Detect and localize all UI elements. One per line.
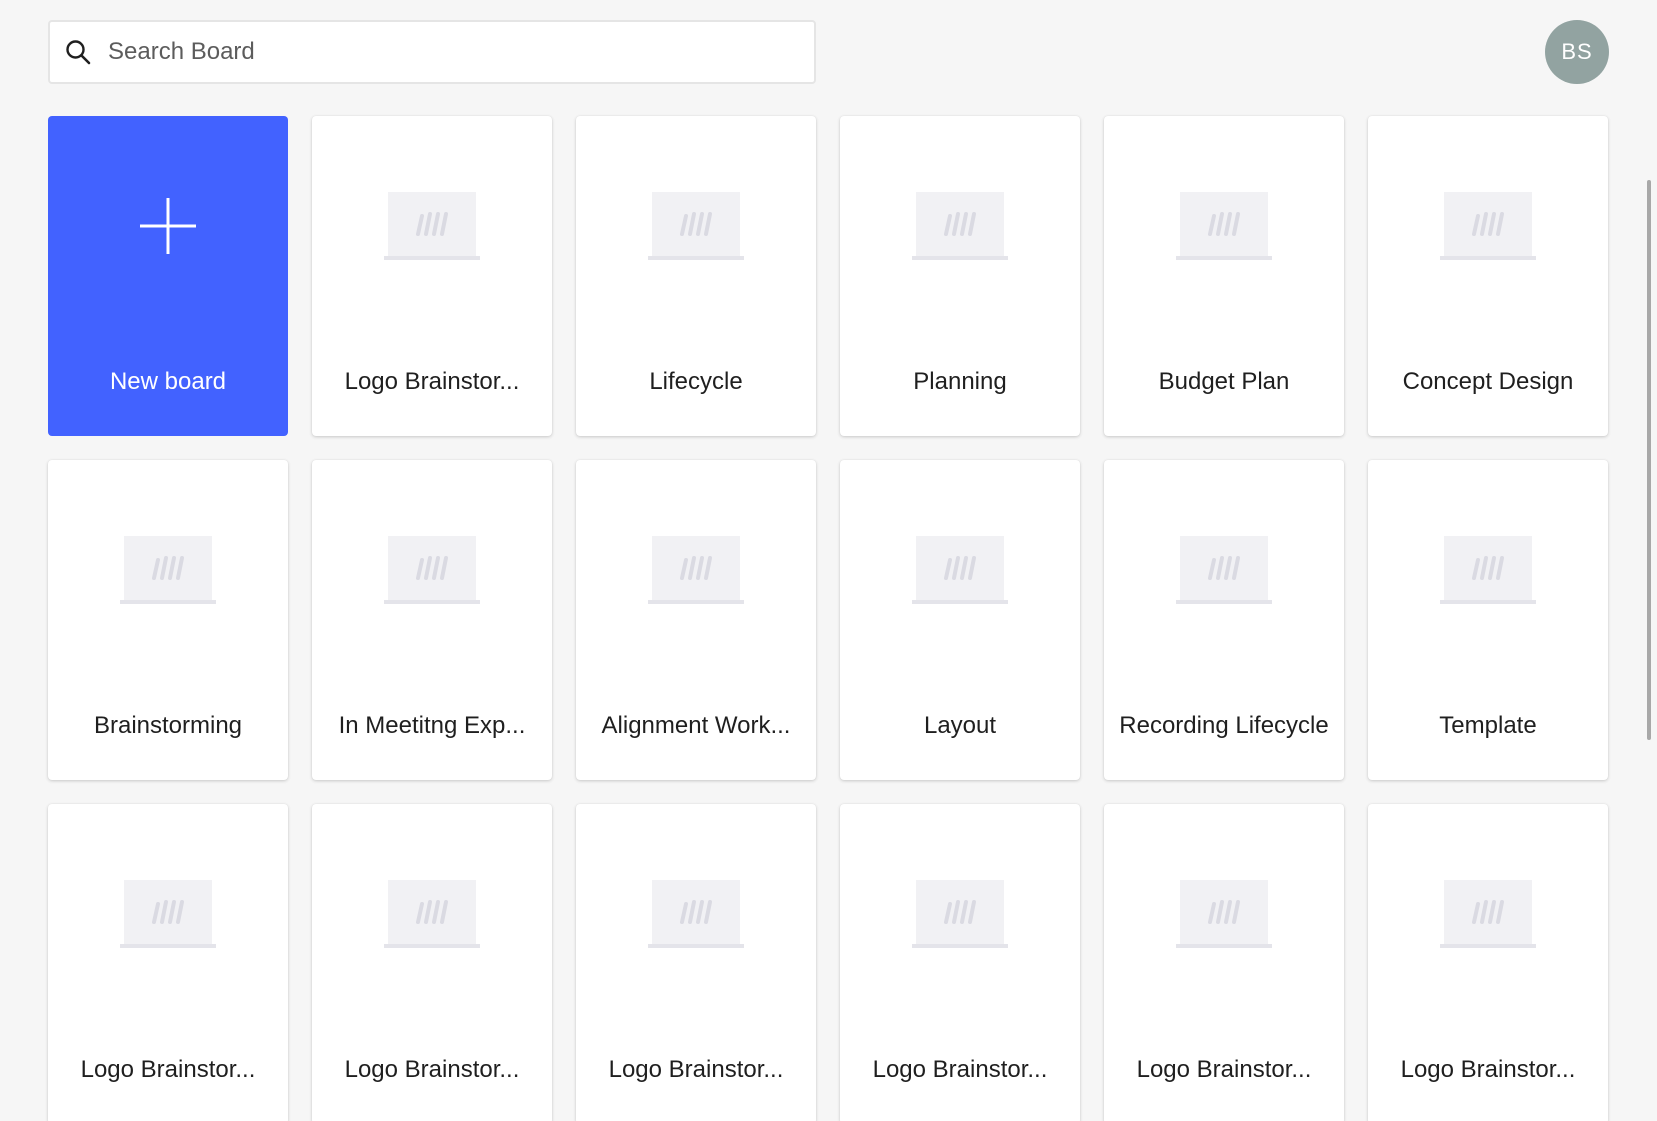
board-card[interactable]: Budget Plan	[1104, 116, 1344, 436]
board-thumbnail-icon	[648, 536, 744, 604]
board-thumbnail-icon	[1440, 536, 1536, 604]
board-thumbnail-icon	[384, 536, 480, 604]
board-card[interactable]: In Meetitng Exp...	[312, 460, 552, 780]
board-title: Recording Lifecycle	[1119, 712, 1329, 739]
new-board-label: New board	[109, 368, 227, 395]
new-board-button[interactable]: New board	[48, 116, 288, 436]
board-title: Logo Brainstor...	[1400, 1056, 1576, 1083]
plus-icon	[140, 198, 196, 254]
board-title: Lifecycle	[649, 368, 743, 395]
board-title: Alignment Work...	[601, 712, 791, 739]
board-thumbnail-icon	[1440, 192, 1536, 260]
board-title: Layout	[923, 712, 997, 739]
search-input[interactable]	[108, 22, 814, 82]
board-card[interactable]: Recording Lifecycle	[1104, 460, 1344, 780]
board-thumbnail-icon	[384, 880, 480, 948]
board-card[interactable]: Logo Brainstor...	[1104, 804, 1344, 1121]
board-title: Logo Brainstor...	[1136, 1056, 1312, 1083]
board-card[interactable]: Alignment Work...	[576, 460, 816, 780]
board-title: Logo Brainstor...	[344, 1056, 520, 1083]
board-thumbnail-icon	[384, 192, 480, 260]
board-card[interactable]: Logo Brainstor...	[312, 116, 552, 436]
board-thumbnail-icon	[912, 880, 1008, 948]
search-bar[interactable]	[48, 20, 816, 84]
board-title: Logo Brainstor...	[80, 1056, 256, 1083]
board-thumbnail-icon	[648, 192, 744, 260]
board-title: Brainstorming	[93, 712, 243, 739]
board-card[interactable]: Logo Brainstor...	[840, 804, 1080, 1121]
board-title: Logo Brainstor...	[608, 1056, 784, 1083]
board-card[interactable]: Logo Brainstor...	[48, 804, 288, 1121]
board-thumbnail-icon	[120, 880, 216, 948]
board-title: Logo Brainstor...	[344, 368, 520, 395]
board-grid: New board Logo Brainstor... Lifecycle Pl…	[48, 116, 1608, 1121]
board-card[interactable]: Template	[1368, 460, 1608, 780]
scrollbar[interactable]	[1647, 180, 1651, 740]
board-thumbnail-icon	[1440, 880, 1536, 948]
board-title: In Meetitng Exp...	[338, 712, 526, 739]
board-thumbnail-icon	[912, 536, 1008, 604]
board-thumbnail-icon	[1176, 880, 1272, 948]
board-card[interactable]: Logo Brainstor...	[1368, 804, 1608, 1121]
board-thumbnail-icon	[120, 536, 216, 604]
board-card[interactable]: Logo Brainstor...	[576, 804, 816, 1121]
board-title: Logo Brainstor...	[872, 1056, 1048, 1083]
board-thumbnail-icon	[912, 192, 1008, 260]
board-card[interactable]: Lifecycle	[576, 116, 816, 436]
board-card[interactable]: Planning	[840, 116, 1080, 436]
board-dashboard: BS New board Logo Brainstor...	[0, 0, 1657, 1121]
avatar[interactable]: BS	[1545, 20, 1609, 84]
board-title: Budget Plan	[1158, 368, 1290, 395]
board-thumbnail-icon	[648, 880, 744, 948]
board-card[interactable]: Logo Brainstor...	[312, 804, 552, 1121]
board-title: Concept Design	[1402, 368, 1574, 395]
board-card[interactable]: Concept Design	[1368, 116, 1608, 436]
search-icon	[64, 38, 92, 66]
board-card[interactable]: Brainstorming	[48, 460, 288, 780]
board-card[interactable]: Layout	[840, 460, 1080, 780]
board-thumbnail-icon	[1176, 192, 1272, 260]
board-title: Template	[1439, 712, 1537, 739]
avatar-initials: BS	[1561, 39, 1593, 64]
board-title: Planning	[913, 368, 1007, 395]
board-thumbnail-icon	[1176, 536, 1272, 604]
